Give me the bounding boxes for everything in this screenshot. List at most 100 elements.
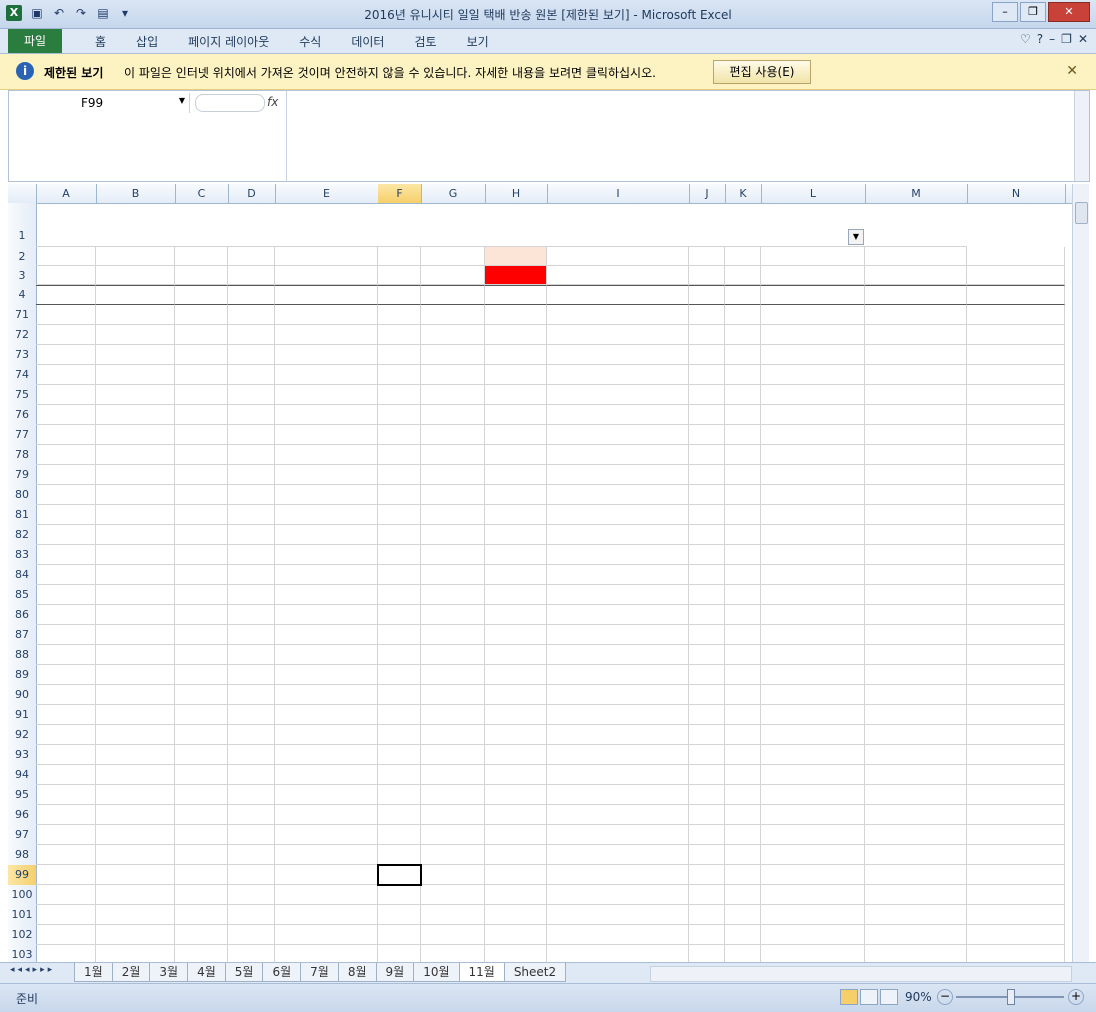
table-cell-e[interactable]: [275, 365, 378, 385]
table-cell-j[interactable]: [689, 705, 725, 725]
table-cell-i[interactable]: [547, 945, 689, 962]
table-header-cell[interactable]: [36, 285, 96, 305]
ribbon-tab[interactable]: 홈: [80, 33, 121, 50]
table-cell-d[interactable]: [228, 805, 275, 825]
row-header-88[interactable]: 88: [8, 645, 37, 666]
table-cell-j[interactable]: [689, 385, 725, 405]
table-cell-m[interactable]: [865, 705, 967, 725]
table-cell-i[interactable]: [547, 485, 689, 505]
table-cell-c[interactable]: [175, 585, 228, 605]
table-cell-o[interactable]: [967, 525, 1065, 545]
table-cell-k[interactable]: [725, 765, 761, 785]
table-cell-k[interactable]: [725, 525, 761, 545]
table-cell-k[interactable]: [725, 605, 761, 625]
table-cell-l[interactable]: [761, 525, 865, 545]
table-cell-f[interactable]: [378, 765, 421, 785]
table-cell-b[interactable]: [96, 485, 175, 505]
table-cell-h[interactable]: [485, 725, 547, 745]
insert-function-icon[interactable]: fx: [267, 95, 278, 109]
minimize-icon[interactable]: –: [992, 2, 1018, 22]
table-cell-o[interactable]: [967, 605, 1065, 625]
table-cell-g[interactable]: [421, 645, 485, 665]
page-layout-view-icon[interactable]: [860, 989, 878, 1005]
table-cell-k[interactable]: [725, 665, 761, 685]
table-cell-o[interactable]: [967, 665, 1065, 685]
table-cell-g[interactable]: [421, 865, 485, 885]
table-cell-e[interactable]: [275, 925, 378, 945]
table-cell-c[interactable]: [175, 925, 228, 945]
table-cell-d[interactable]: [228, 905, 275, 925]
table-cell-d[interactable]: [228, 665, 275, 685]
table-cell-i[interactable]: [547, 825, 689, 845]
table-cell-d[interactable]: [228, 565, 275, 585]
table-cell-h[interactable]: [485, 305, 547, 325]
table-cell-l[interactable]: [761, 485, 865, 505]
table-cell-e[interactable]: [275, 725, 378, 745]
table-cell-k[interactable]: [725, 905, 761, 925]
table-header-cell[interactable]: [228, 285, 275, 305]
filter-dropdown-icon[interactable]: ▼: [848, 229, 864, 245]
table-cell-i[interactable]: [547, 705, 689, 725]
table-cell-o[interactable]: [967, 905, 1065, 925]
table-cell-i[interactable]: [547, 465, 689, 485]
table-cell-j[interactable]: [689, 465, 725, 485]
table-cell-b[interactable]: [96, 905, 175, 925]
table-cell-c[interactable]: [175, 365, 228, 385]
table-cell-k[interactable]: [725, 685, 761, 705]
column-header-K[interactable]: K: [725, 184, 762, 203]
table-cell-o[interactable]: [967, 685, 1065, 705]
table-cell-k[interactable]: [725, 365, 761, 385]
table-cell-b[interactable]: [96, 345, 175, 365]
table-cell-e[interactable]: [275, 785, 378, 805]
table-cell-c[interactable]: [175, 785, 228, 805]
active-cell-selection[interactable]: [377, 864, 422, 886]
row-header-93[interactable]: 93: [8, 745, 37, 766]
row-header-73[interactable]: 73: [8, 345, 37, 366]
cell[interactable]: [275, 247, 378, 266]
table-cell-b[interactable]: [96, 505, 175, 525]
cell[interactable]: [36, 266, 96, 285]
zoom-out-icon[interactable]: −: [937, 989, 953, 1005]
table-cell-a[interactable]: [36, 505, 96, 525]
table-cell-f[interactable]: [378, 625, 421, 645]
table-cell-l[interactable]: [761, 945, 865, 962]
table-cell-e[interactable]: [275, 805, 378, 825]
table-cell-g[interactable]: [421, 305, 485, 325]
table-cell-k[interactable]: [725, 405, 761, 425]
table-cell-i[interactable]: [547, 425, 689, 445]
cell[interactable]: [96, 266, 175, 285]
table-cell-f[interactable]: [378, 485, 421, 505]
table-header-cell[interactable]: [725, 285, 761, 305]
table-cell-c[interactable]: [175, 565, 228, 585]
table-cell-o[interactable]: [967, 825, 1065, 845]
enable-editing-button[interactable]: 편집 사용(E): [713, 60, 811, 84]
table-cell-i[interactable]: [547, 725, 689, 745]
table-cell-g[interactable]: [421, 765, 485, 785]
table-cell-f[interactable]: [378, 445, 421, 465]
table-cell-a[interactable]: [36, 345, 96, 365]
table-cell-f[interactable]: [378, 405, 421, 425]
table-cell-c[interactable]: [175, 685, 228, 705]
table-cell-d[interactable]: [228, 485, 275, 505]
table-cell-g[interactable]: [421, 605, 485, 625]
table-cell-a[interactable]: [36, 685, 96, 705]
table-cell-a[interactable]: [36, 585, 96, 605]
row-header-82[interactable]: 82: [8, 525, 37, 546]
table-cell-g[interactable]: [421, 525, 485, 545]
column-header-L[interactable]: L: [761, 184, 866, 203]
table-cell-m[interactable]: [865, 545, 967, 565]
table-cell-g[interactable]: [421, 825, 485, 845]
table-cell-b[interactable]: [96, 785, 175, 805]
table-cell-d[interactable]: [228, 465, 275, 485]
table-cell-k[interactable]: [725, 785, 761, 805]
table-cell-i[interactable]: [547, 785, 689, 805]
table-cell-l[interactable]: [761, 445, 865, 465]
table-cell-g[interactable]: [421, 485, 485, 505]
table-cell-b[interactable]: [96, 545, 175, 565]
table-cell-f[interactable]: [378, 585, 421, 605]
table-cell-i[interactable]: [547, 645, 689, 665]
table-cell-k[interactable]: [725, 425, 761, 445]
table-cell-d[interactable]: [228, 445, 275, 465]
table-cell-j[interactable]: [689, 825, 725, 845]
table-cell-j[interactable]: [689, 425, 725, 445]
